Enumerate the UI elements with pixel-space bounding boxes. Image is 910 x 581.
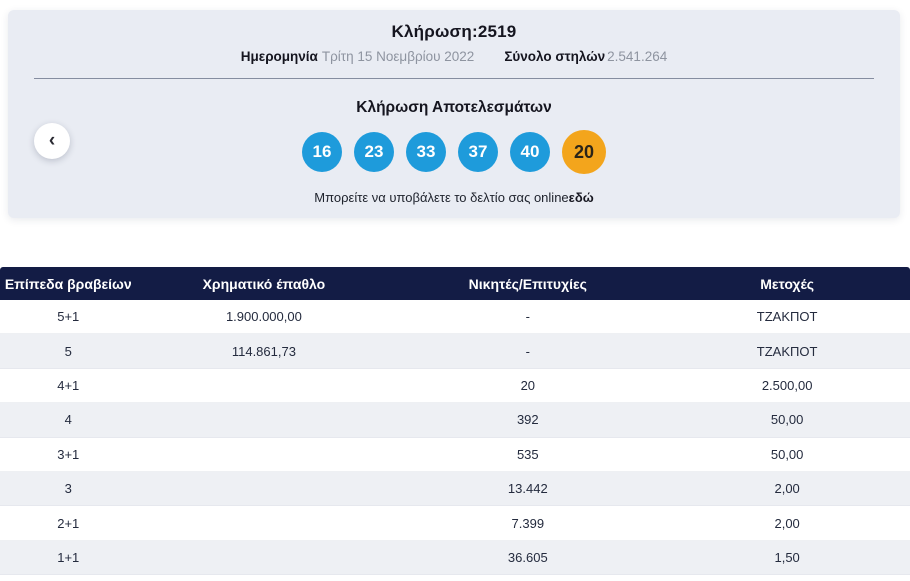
table-row: 5 114.861,73 - ΤΖΑΚΠΟΤ — [0, 334, 910, 369]
table-row: 2+1 7.399 2,00 — [0, 506, 910, 541]
shares-cell: 2,00 — [774, 481, 800, 497]
submit-coupon-text: Μπορείτε να υποβάλετε το δελτίο σας onli… — [314, 190, 569, 205]
winners-cell: - — [525, 309, 530, 325]
prize-table: Επίπεδα βραβείων Χρηματικό έπαθλο Νικητέ… — [0, 267, 910, 576]
draw-date: Ημερομηνία Τρίτη 15 Νοεμβρίου 2022 — [241, 49, 475, 64]
draw-results-card: Κλήρωση:2519 Ημερομηνία Τρίτη 15 Νοεμβρί… — [8, 10, 900, 218]
winners-cell: - — [525, 343, 530, 359]
bonus-number-ball: 20 — [562, 130, 606, 174]
total-columns-label: Σύνολο στηλών — [504, 49, 606, 64]
prize-level-cell: 5+1 — [57, 309, 80, 325]
submit-coupon-line: Μπορείτε να υποβάλετε το δελτίο σας onli… — [8, 190, 900, 205]
table-row: 4+1 20 2.500,00 — [0, 368, 910, 404]
winners-cell: 20 — [520, 377, 536, 393]
shares-cell: 50,00 — [770, 412, 804, 428]
chevron-left-icon: ‹ — [48, 129, 56, 151]
draw-meta: Ημερομηνία Τρίτη 15 Νοεμβρίου 2022 Σύνολ… — [8, 49, 900, 64]
table-row: 1+1 36.605 1,50 — [0, 540, 910, 576]
total-columns-value: 2.541.264 — [607, 49, 668, 64]
prize-amount-cell: 1.900.000,00 — [225, 309, 302, 325]
results-title: Κλήρωση Αποτελεσμάτων — [356, 99, 552, 116]
table-row: 4 392 50,00 — [0, 403, 910, 438]
winners-cell: 13.442 — [507, 481, 548, 497]
winning-numbers: 16 23 33 37 40 20 — [8, 130, 900, 174]
table-row: 5+1 1.900.000,00 - ΤΖΑΚΠΟΤ — [0, 300, 910, 335]
draw-date-value: Τρίτη 15 Νοεμβρίου 2022 — [321, 49, 475, 64]
prize-level-cell: 2+1 — [57, 515, 80, 531]
winners-cell: 535 — [516, 446, 539, 462]
total-columns: Σύνολο στηλών 2.541.264 — [504, 49, 667, 64]
draw-title: Κλήρωση:2519 — [391, 22, 517, 41]
shares-cell: 2,00 — [774, 515, 800, 531]
number-ball: 37 — [458, 132, 498, 172]
prize-level-cell: 3+1 — [57, 446, 80, 462]
prize-level-cell: 4+1 — [57, 377, 80, 393]
prize-level-cell: 5 — [64, 343, 72, 359]
card-divider — [34, 78, 874, 79]
winners-cell: 392 — [516, 412, 539, 428]
winners-cell: 36.605 — [507, 549, 548, 565]
shares-cell: 1,50 — [774, 549, 800, 565]
submit-coupon-link[interactable]: εδώ — [569, 190, 594, 205]
number-ball: 40 — [510, 132, 550, 172]
column-header-shares: Μετοχές — [760, 275, 815, 292]
prize-level-cell: 4 — [64, 412, 72, 428]
number-ball: 23 — [354, 132, 394, 172]
prize-amount-cell: 114.861,73 — [231, 343, 296, 359]
shares-cell: ΤΖΑΚΠΟΤ — [756, 343, 818, 359]
draw-date-label: Ημερομηνία — [240, 49, 318, 64]
column-header-prize-levels: Επίπεδα βραβείων — [4, 275, 132, 292]
shares-cell: 2.500,00 — [761, 377, 813, 393]
prize-table-header: Επίπεδα βραβείων Χρηματικό έπαθλο Νικητέ… — [0, 267, 910, 300]
table-row: 3 13.442 2,00 — [0, 471, 910, 507]
prize-level-cell: 1+1 — [57, 549, 80, 565]
table-row: 3+1 535 50,00 — [0, 437, 910, 472]
previous-draw-button[interactable]: ‹ — [34, 123, 70, 159]
number-ball: 33 — [406, 132, 446, 172]
column-header-prize-amount: Χρηματικό έπαθλο — [202, 275, 326, 292]
winners-cell: 7.399 — [511, 515, 545, 531]
number-ball: 16 — [302, 132, 342, 172]
shares-cell: 50,00 — [770, 446, 804, 462]
prize-level-cell: 3 — [64, 481, 72, 497]
shares-cell: ΤΖΑΚΠΟΤ — [756, 309, 818, 325]
column-header-winners: Νικητές/Επιτυχίες — [468, 275, 587, 292]
